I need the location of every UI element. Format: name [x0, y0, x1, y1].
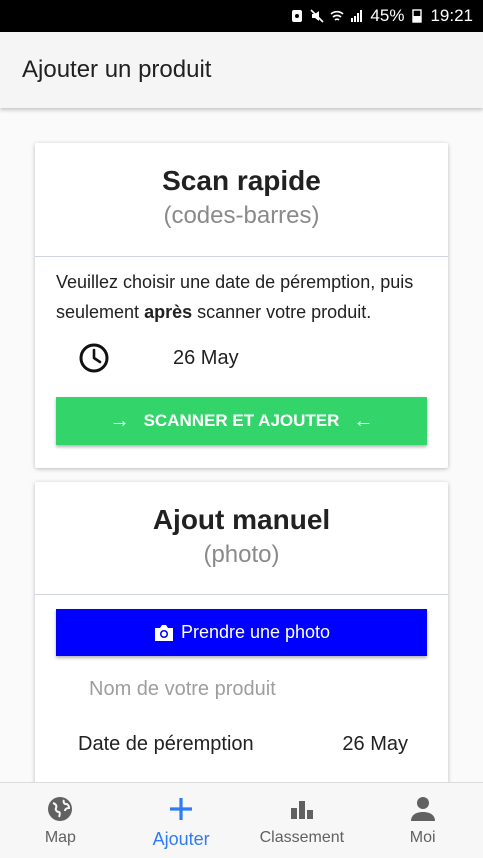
- nav-label-classement: Classement: [259, 829, 345, 846]
- globe-icon: [48, 797, 73, 821]
- quick-scan-subtitle: (codes-barres): [163, 202, 320, 229]
- signal-icon: [351, 10, 363, 22]
- notification-icon: [292, 10, 303, 22]
- scan-and-add-button[interactable]: → SCANNER ET AJOUTER ←: [56, 397, 427, 445]
- battery-icon: [412, 9, 423, 23]
- instruction-text-2: scanner votre produit.: [192, 302, 372, 322]
- main-content[interactable]: Scan rapide (codes-barres) Veuillez choi…: [0, 108, 483, 782]
- arrow-left-icon: ←: [353, 409, 374, 432]
- camera-icon: [154, 624, 173, 641]
- nav-label-map: Map: [44, 829, 76, 846]
- bar-chart-icon: [290, 801, 313, 819]
- take-photo-button[interactable]: Prendre une photo: [56, 609, 427, 656]
- quick-scan-instructions: Veuillez choisir une date de péremption,…: [35, 257, 448, 327]
- page-title: Ajouter un produit: [22, 56, 212, 83]
- bottom-navigation: Map Ajouter Classement Moi: [0, 782, 483, 858]
- status-icons: [290, 9, 364, 23]
- manual-add-header: Ajout manuel (photo): [35, 482, 448, 595]
- manual-add-card: Ajout manuel (photo) Prendre une photo D…: [35, 482, 448, 782]
- status-bar: 45% 19:21: [0, 0, 483, 32]
- instruction-bold: après: [144, 302, 193, 322]
- clock-icon[interactable]: [77, 341, 111, 375]
- app-bar: Ajouter un produit: [0, 32, 483, 108]
- nav-item-ajouter[interactable]: Ajouter: [121, 783, 242, 858]
- scan-button-label: SCANNER ET AJOUTER: [143, 411, 340, 430]
- mute-icon: [310, 9, 324, 23]
- photo-button-label: Prendre une photo: [180, 622, 331, 642]
- expiry-date-value[interactable]: 26 May: [173, 347, 239, 370]
- nav-item-moi[interactable]: Moi: [362, 783, 483, 858]
- battery-percent: 45%: [370, 6, 405, 25]
- quick-scan-header: Scan rapide (codes-barres): [35, 143, 448, 257]
- arrow-right-icon: →: [109, 409, 130, 432]
- quick-scan-title: Scan rapide: [162, 165, 321, 196]
- nav-label-ajouter: Ajouter: [152, 829, 210, 849]
- manual-expiry-row[interactable]: Date de péremption 26 May: [78, 733, 408, 756]
- product-name-input[interactable]: [89, 672, 409, 706]
- person-icon: [410, 797, 435, 821]
- nav-label-moi: Moi: [409, 829, 436, 846]
- manual-add-title: Ajout manuel: [152, 504, 331, 535]
- nav-item-classement[interactable]: Classement: [242, 783, 363, 858]
- expiry-label: Date de péremption: [78, 733, 254, 755]
- plus-icon: [170, 798, 193, 820]
- quick-scan-card: Scan rapide (codes-barres) Veuillez choi…: [35, 143, 448, 468]
- nav-item-map[interactable]: Map: [0, 783, 121, 858]
- manual-expiry-value[interactable]: 26 May: [342, 733, 408, 756]
- clock-time: 19:21: [430, 6, 473, 25]
- wifi-icon: [330, 10, 344, 21]
- date-picker-row[interactable]: 26 May: [77, 341, 239, 375]
- manual-add-subtitle: (photo): [203, 541, 280, 568]
